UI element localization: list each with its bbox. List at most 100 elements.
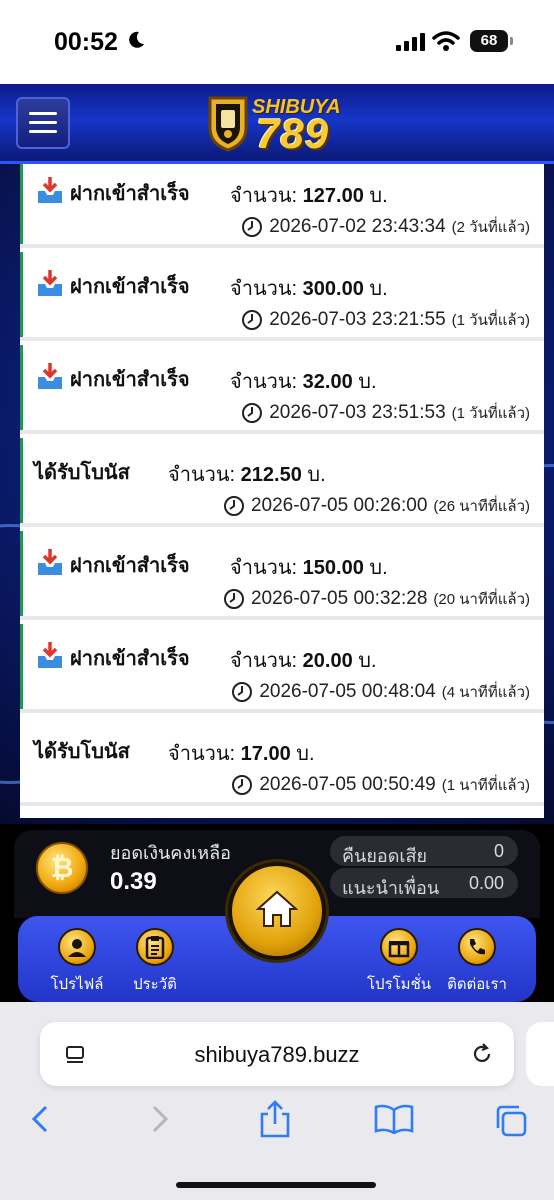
address-url: shibuya789.buzz <box>194 1042 360 1067</box>
transaction-type: ได้รับโบนัส <box>34 462 130 484</box>
back-arrow-icon[interactable] <box>28 1104 52 1134</box>
amount-currency: บ. <box>307 464 326 486</box>
nav-history[interactable]: ประวัติ <box>120 928 190 996</box>
clock-icon <box>242 310 263 330</box>
transaction-row: ได้รับโบนัส จำนวน: 212.50 บ. 2026-07-05 00… <box>20 438 544 527</box>
hamburger-menu-button[interactable] <box>16 97 70 149</box>
amount-prefix: จำนวน: <box>230 650 298 672</box>
home-indicator <box>176 1182 376 1188</box>
deposit-tray-icon <box>38 177 62 203</box>
transaction-type: ได้รับโบนัส <box>34 741 130 763</box>
nav-contact-label: ติดต่อเรา <box>447 976 507 993</box>
time-ago: (26 นาทีที่แล้ว) <box>433 498 530 515</box>
time-ago: (1 วันที่แล้ว) <box>451 405 530 422</box>
datetime-value: 2026-07-05 00:26:00 <box>250 495 428 516</box>
nav-promotion[interactable]: โปรโมชั่น <box>364 928 434 996</box>
amount-prefix: จำนวน: <box>168 743 236 765</box>
transaction-datetime: 2026-07-03 23:51:53 (1 วันที่แล้ว) <box>241 401 530 425</box>
clock-icon <box>242 403 263 423</box>
transaction-type: ฝากเข้าสำเร็จ <box>70 369 190 391</box>
amount-prefix: จำนวน: <box>168 464 236 486</box>
transaction-type: ฝากเข้าสำเร็จ <box>70 276 190 298</box>
share-icon[interactable] <box>258 1100 292 1138</box>
transaction-amount-line: จำนวน: 150.00 บ. <box>230 551 388 583</box>
cashback-value: 0 <box>493 841 504 861</box>
time-ago: (1 นาทีที่แล้ว) <box>441 777 530 794</box>
cashback-pill[interactable]: คืนยอดเสีย 0 <box>330 836 518 866</box>
deposit-tray-icon <box>38 642 62 668</box>
datetime-value: 2026-07-02 23:43:34 <box>269 216 446 237</box>
datetime-value: 2026-07-03 23:21:55 <box>269 309 446 330</box>
nav-promotion-label: โปรโมชั่น <box>366 976 431 993</box>
amount-currency: บ. <box>369 278 388 300</box>
battery-nub <box>510 37 513 45</box>
amount-value: 150.00 <box>302 557 364 579</box>
transaction-row: ฝากเข้าสำเร็จ จำนวน: 127.00 บ. 2026-07-02 … <box>20 164 544 248</box>
amount-value: 212.50 <box>240 464 302 486</box>
transaction-datetime: 2026-07-02 23:43:34 (2 วันที่แล้ว) <box>241 215 530 239</box>
home-button[interactable] <box>228 862 326 960</box>
transaction-datetime: 2026-07-05 00:48:04 (4 นาทีที่แล้ว) <box>231 680 530 704</box>
amount-prefix: จำนวน: <box>230 371 298 393</box>
address-bar[interactable]: shibuya789.buzz <box>40 1022 514 1086</box>
amount-currency: บ. <box>369 557 388 579</box>
time-ago: (2 วันที่แล้ว) <box>451 219 530 236</box>
transaction-datetime: 2026-07-05 00:26:00 (26 นาทีที่แล้ว) <box>223 494 530 518</box>
moon-icon <box>129 31 144 48</box>
clock-icon <box>223 589 244 609</box>
site-header: SHIBUYA 789 <box>0 84 554 164</box>
transaction-row: ฝากเข้าสำเร็จ จำนวน: 20.00 บ. 2026-07-05 0… <box>20 624 544 713</box>
wifi-icon <box>432 31 460 51</box>
next-tab-preview[interactable] <box>526 1022 554 1086</box>
reload-icon[interactable] <box>470 1042 494 1066</box>
deposit-tray-icon <box>38 549 62 575</box>
forward-arrow-icon[interactable] <box>148 1104 172 1134</box>
site-logo[interactable]: SHIBUYA 789 <box>200 90 360 158</box>
transaction-amount-line: จำนวน: 300.00 บ. <box>230 272 388 304</box>
phone-chat-icon <box>458 928 496 966</box>
tabs-icon[interactable] <box>494 1104 528 1138</box>
clipboard-list-icon <box>136 928 174 966</box>
balance-value: 0.39 <box>110 868 157 895</box>
nav-contact[interactable]: ติดต่อเรา <box>442 928 512 996</box>
home-icon <box>256 890 298 927</box>
status-time: 00:52 <box>54 28 118 56</box>
clock-icon <box>223 496 244 516</box>
transaction-row: ฝากเข้าสำเร็จ จำนวน: 32.00 บ. 2026-07-03 2… <box>20 345 544 434</box>
amount-currency: บ. <box>369 185 388 207</box>
balance-label: ยอดเงินคงเหลือ <box>110 843 231 863</box>
transaction-datetime: 2026-07-03 23:21:55 (1 วันที่แล้ว) <box>241 308 530 332</box>
amount-prefix: จำนวน: <box>230 557 298 579</box>
amount-value: 17.00 <box>240 743 291 765</box>
deposit-tray-icon <box>38 363 62 389</box>
clock-icon <box>232 682 253 702</box>
datetime-value: 2026-07-05 00:32:28 <box>250 588 428 609</box>
deposit-tray-icon <box>38 270 62 296</box>
time-ago: (20 นาทีที่แล้ว) <box>433 591 530 608</box>
bookmarks-icon[interactable] <box>374 1104 414 1134</box>
transaction-history-list[interactable]: ฝากเข้าสำเร็จ จำนวน: 127.00 บ. 2026-07-02 … <box>20 164 544 818</box>
amount-value: 32.00 <box>302 371 353 393</box>
profile-icon <box>58 928 96 966</box>
browser-toolbar: shibuya789.buzz <box>0 1010 554 1200</box>
logo-number: 789 <box>256 110 330 157</box>
gift-icon <box>380 928 418 966</box>
time-ago: (1 วันที่แล้ว) <box>451 312 530 329</box>
transaction-amount-line: จำนวน: 212.50 บ. <box>168 458 326 490</box>
logo-badge-icon <box>208 96 248 152</box>
transaction-amount-line: จำนวน: 32.00 บ. <box>230 365 377 397</box>
status-bar: 00:52 68 <box>0 0 554 84</box>
amount-currency: บ. <box>358 371 377 393</box>
transaction-amount-line: จำนวน: 17.00 บ. <box>168 737 315 769</box>
transaction-row: ฝากเข้าสำเร็จ จำนวน: 300.00 บ. 2026-07-03 … <box>20 252 544 341</box>
referral-pill[interactable]: แนะนำเพื่อน 0.00 <box>330 868 518 898</box>
nav-profile-label: โปรไฟล์ <box>50 976 104 993</box>
transaction-amount-line: จำนวน: 20.00 บ. <box>230 644 377 676</box>
amount-value: 300.00 <box>302 278 364 300</box>
clock-icon <box>232 775 253 795</box>
referral-label: แนะนำเพื่อน <box>342 878 440 898</box>
nav-profile[interactable]: โปรไฟล์ <box>42 928 112 996</box>
amount-prefix: จำนวน: <box>230 278 298 300</box>
transaction-datetime: 2026-07-05 00:50:49 (1 นาทีที่แล้ว) <box>231 773 530 797</box>
transaction-amount-line: จำนวน: 127.00 บ. <box>230 179 388 211</box>
